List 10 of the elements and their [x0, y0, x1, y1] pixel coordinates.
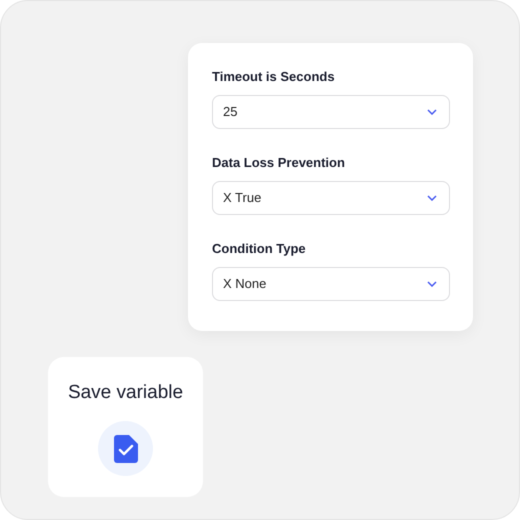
- field-label: Timeout is Seconds: [212, 69, 336, 85]
- card-title: Save variable: [68, 381, 184, 405]
- dropdown-field[interactable]: X True: [212, 181, 450, 215]
- dropdown-field[interactable]: 25: [212, 95, 450, 129]
- field-label: Condition Type: [212, 241, 307, 257]
- chevron-down-icon: [427, 109, 437, 115]
- dropdown-field[interactable]: X None: [212, 267, 450, 301]
- field-label: Data Loss Prevention: [212, 155, 346, 171]
- chevron-down-icon: [427, 195, 437, 201]
- chevron-down-icon: [427, 281, 437, 287]
